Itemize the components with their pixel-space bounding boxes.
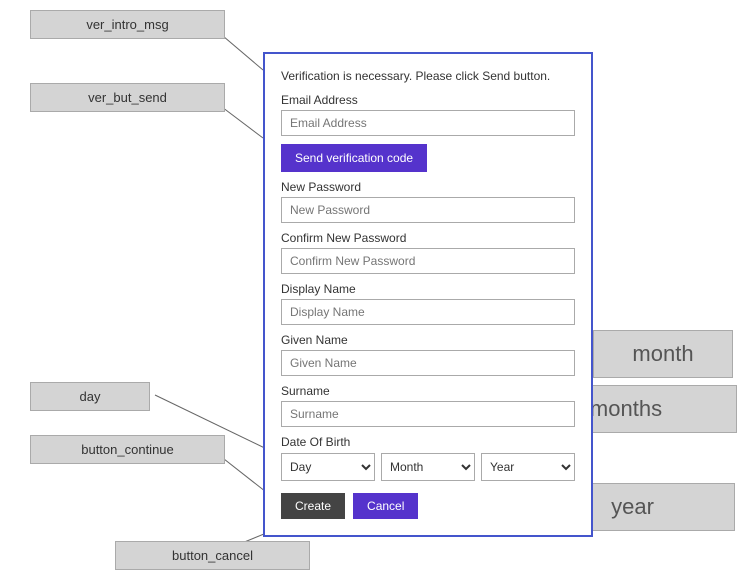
- surname-label: Surname: [281, 384, 575, 398]
- month-large-label: month: [593, 330, 733, 378]
- send-verification-button[interactable]: Send verification code: [281, 144, 427, 172]
- create-button[interactable]: Create: [281, 493, 345, 519]
- confirm-password-label: Confirm New Password: [281, 231, 575, 245]
- dob-label: Date Of Birth: [281, 435, 575, 449]
- display-name-input[interactable]: [281, 299, 575, 325]
- display-name-label: Display Name: [281, 282, 575, 296]
- day-label: day: [30, 382, 150, 411]
- new-password-input[interactable]: [281, 197, 575, 223]
- button-continue-label: button_continue: [30, 435, 225, 464]
- email-label: Email Address: [281, 93, 575, 107]
- cancel-button[interactable]: Cancel: [353, 493, 418, 519]
- year-select[interactable]: Year: [481, 453, 575, 481]
- intro-text: Verification is necessary. Please click …: [281, 68, 575, 85]
- surname-input[interactable]: [281, 401, 575, 427]
- new-password-label: New Password: [281, 180, 575, 194]
- ver-but-send-label: ver_but_send: [30, 83, 225, 112]
- button-cancel-label: button_cancel: [115, 541, 310, 570]
- form-container: Verification is necessary. Please click …: [263, 52, 593, 537]
- dob-row: Day Month Year: [281, 453, 575, 481]
- confirm-password-input[interactable]: [281, 248, 575, 274]
- email-input[interactable]: [281, 110, 575, 136]
- action-row: Create Cancel: [281, 493, 575, 519]
- given-name-label: Given Name: [281, 333, 575, 347]
- given-name-input[interactable]: [281, 350, 575, 376]
- ver-intro-msg-label: ver_intro_msg: [30, 10, 225, 39]
- month-select[interactable]: Month: [381, 453, 475, 481]
- day-select[interactable]: Day: [281, 453, 375, 481]
